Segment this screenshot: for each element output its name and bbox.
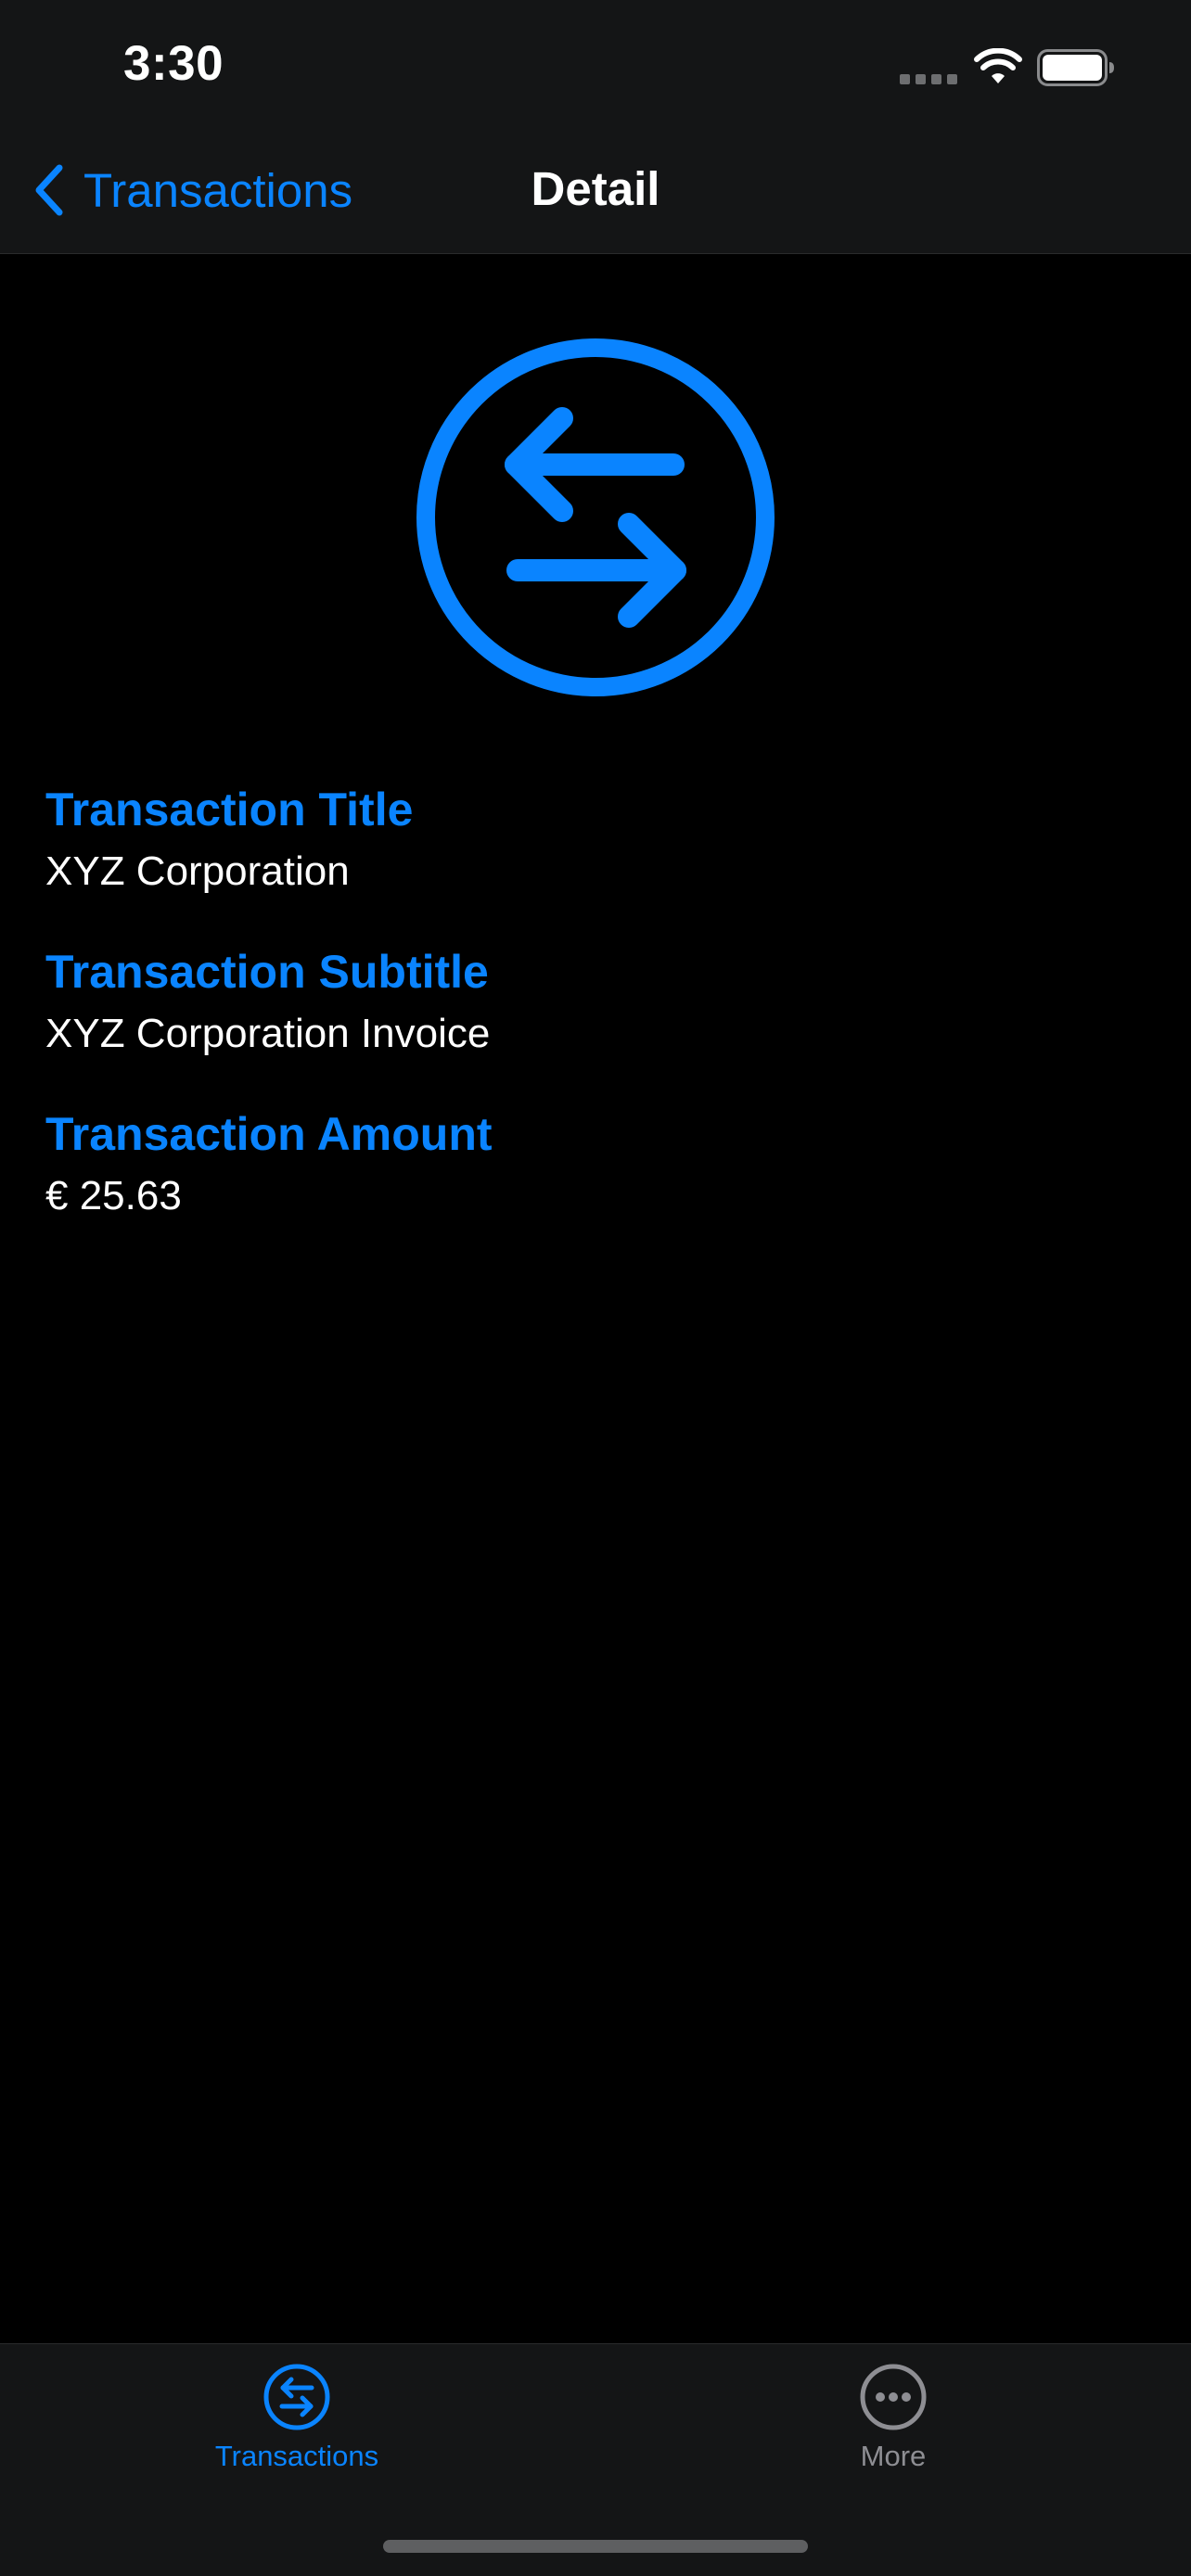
cellular-signal-icon	[900, 74, 957, 85]
transaction-amount-field: Transaction Amount € 25.63	[45, 1105, 493, 1224]
field-label: Transaction Title	[45, 784, 414, 835]
tab-transactions[interactable]: Transactions	[148, 2363, 445, 2474]
field-label: Transaction Subtitle	[45, 946, 489, 998]
field-value: XYZ Corporation	[45, 848, 350, 894]
status-time: 3:30	[123, 36, 224, 91]
ellipsis-circle-icon	[860, 2364, 927, 2430]
tab-label: More	[860, 2440, 927, 2472]
transaction-subtitle-field: Transaction Subtitle XYZ Corporation Inv…	[45, 943, 490, 1062]
field-value: XYZ Corporation Invoice	[45, 1011, 491, 1056]
top-bar: 3:30 Transactions Detail	[0, 0, 1191, 254]
battery-icon	[1037, 49, 1114, 86]
arrow-left-right-circle-icon	[416, 338, 775, 696]
field-label: Transaction Amount	[45, 1108, 493, 1160]
tab-label: Transactions	[214, 2440, 379, 2472]
home-indicator	[383, 2540, 808, 2553]
page-title: Detail	[531, 162, 660, 215]
transaction-detail-screen: 3:30 Transactions Detail Transaction Tit…	[0, 0, 1191, 2576]
transaction-title-field: Transaction Title XYZ Corporation	[45, 781, 413, 899]
arrow-left-right-circle-icon	[263, 2364, 330, 2430]
tab-more[interactable]: More	[745, 2363, 1042, 2474]
wifi-icon	[974, 48, 1022, 83]
field-value: € 25.63	[45, 1173, 182, 1218]
